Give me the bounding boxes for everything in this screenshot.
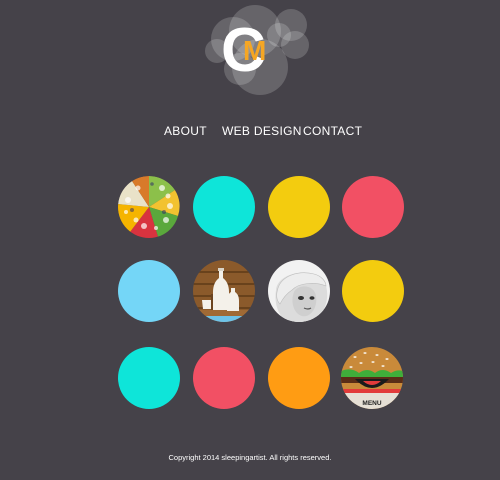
portfolio-grid: MENU [0, 0, 500, 480]
copyright-footer: Copyright 2014 sleepingartist. All right… [168, 453, 332, 462]
tile-orange[interactable] [268, 347, 330, 409]
tile-turquoise-2[interactable] [118, 347, 180, 409]
tile-turquoise[interactable] [193, 176, 255, 238]
tile-yellow-2[interactable] [342, 260, 404, 322]
tile-light-blue[interactable] [118, 260, 180, 322]
tile-coral-1[interactable] [342, 176, 404, 238]
tile-yellow-1[interactable] [268, 176, 330, 238]
menu-label: MENU [362, 400, 381, 407]
tile-coral-2[interactable] [193, 347, 255, 409]
tile-portrait[interactable] [268, 260, 330, 322]
tile-burger-menu[interactable]: MENU [341, 347, 403, 409]
tile-sake-bottles[interactable] [193, 260, 255, 322]
tile-pattern-collage[interactable] [118, 176, 180, 238]
